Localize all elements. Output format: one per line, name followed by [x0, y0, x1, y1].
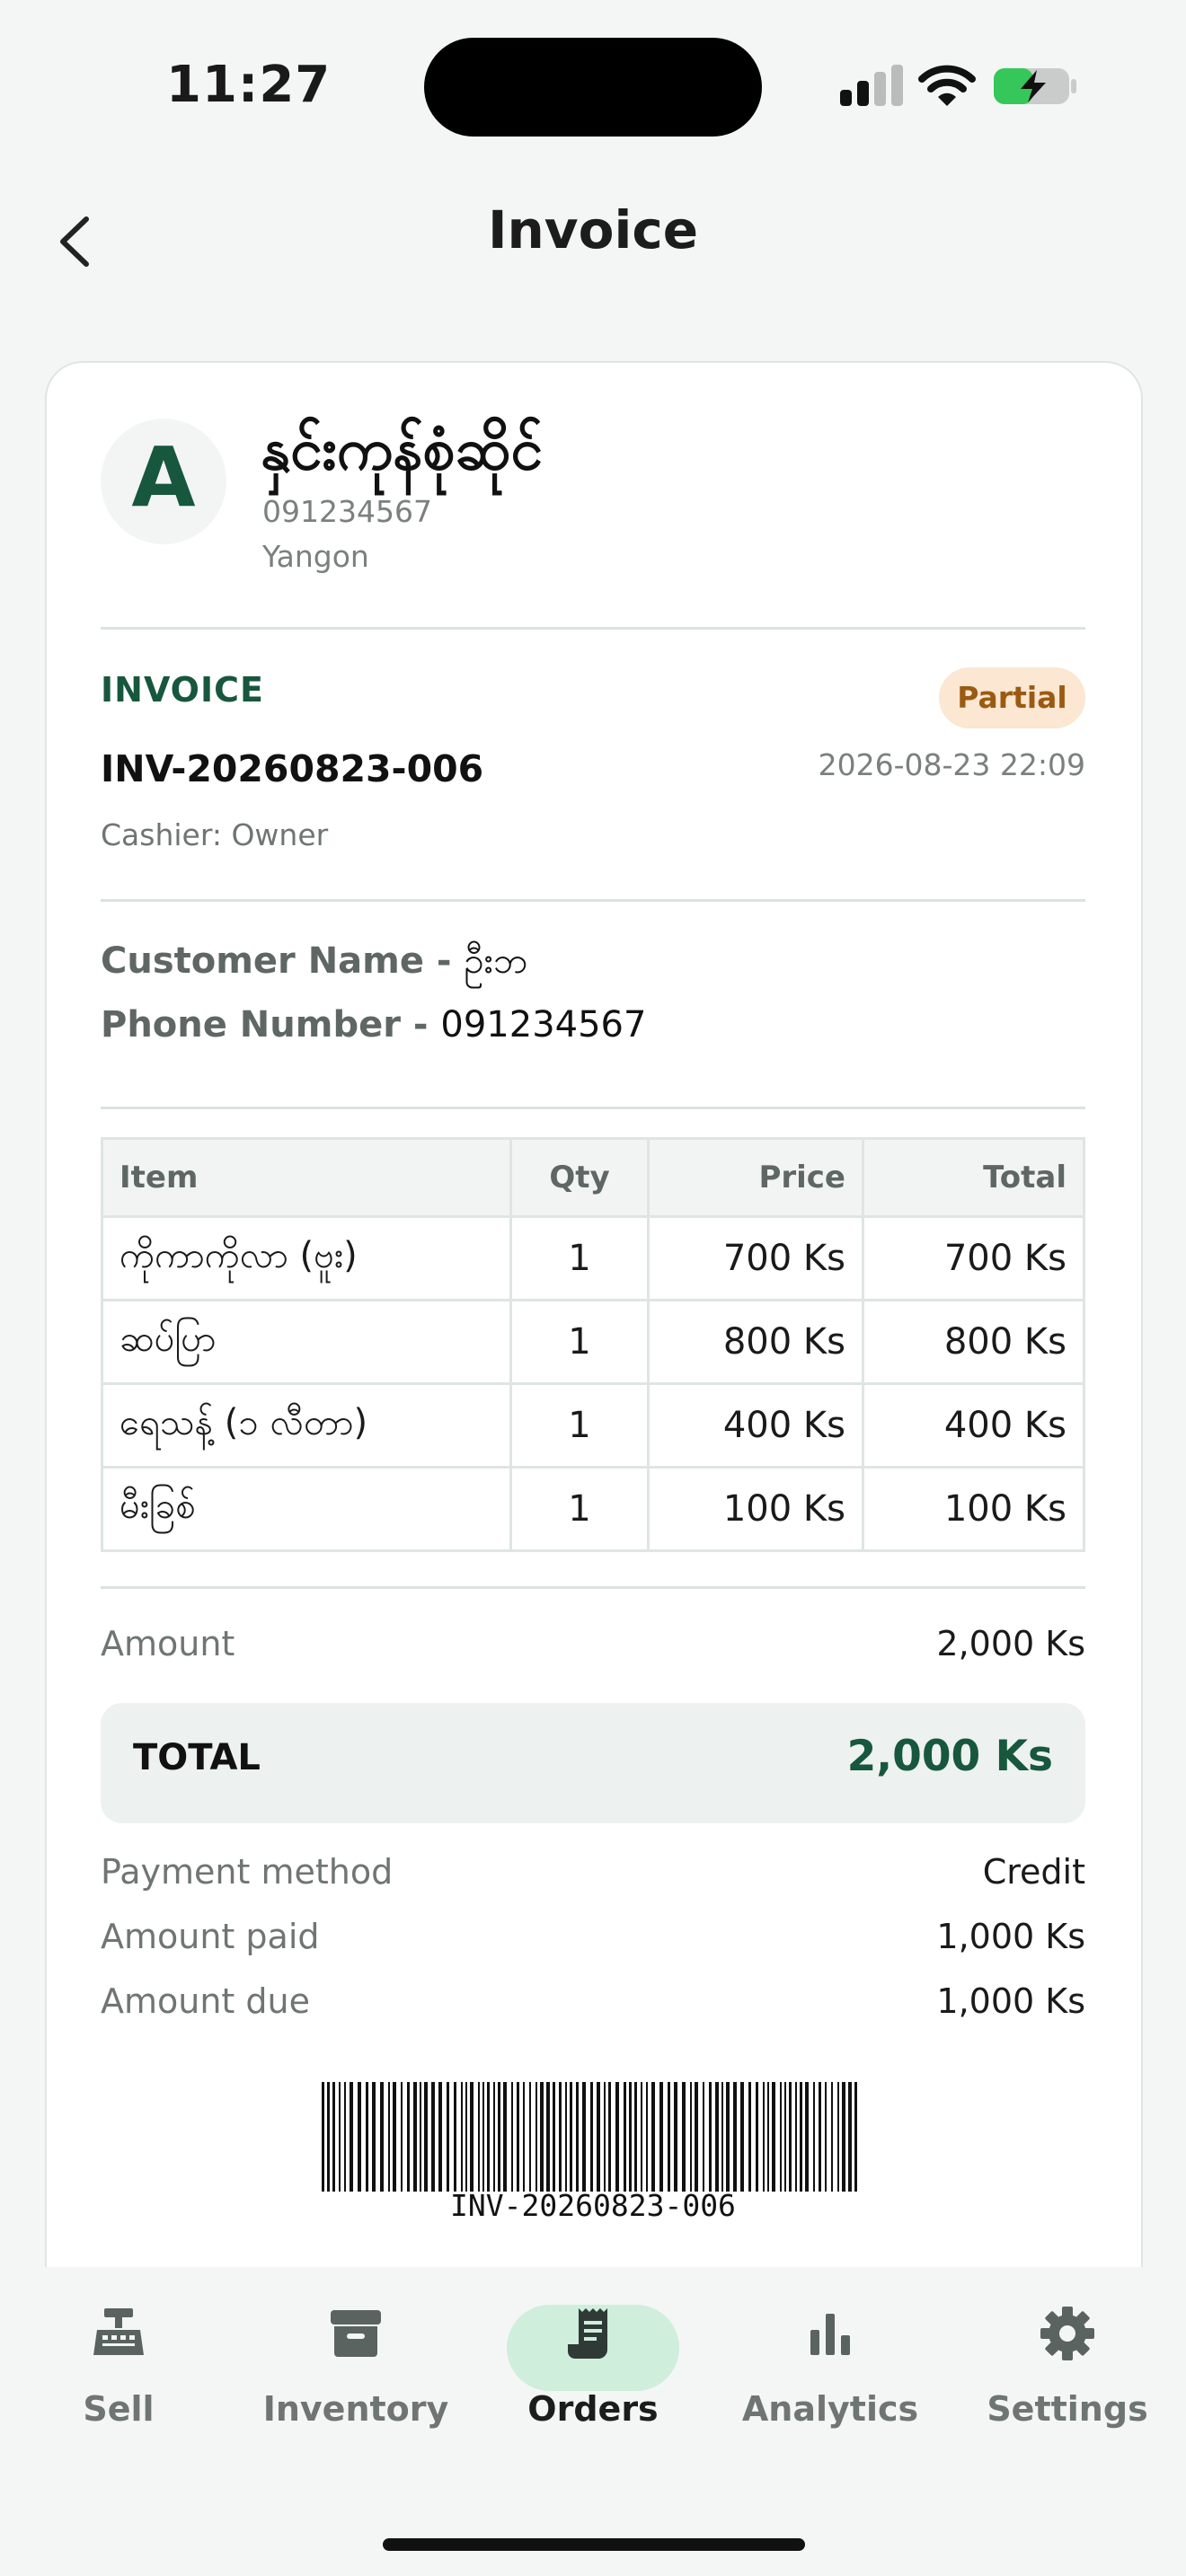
- cell-item: ရေသန့် (၁ လီတာ): [101, 1382, 512, 1469]
- shop-phone: 091234567: [262, 494, 432, 529]
- customer-phone-row: Phone Number - 091234567: [101, 1004, 646, 1045]
- amount-label: Amount: [101, 1624, 235, 1663]
- cell-item: ဆပ်ပြာ: [101, 1299, 512, 1385]
- tab-sell[interactable]: Sell: [11, 2305, 226, 2429]
- cell-price: 800 Ks: [647, 1299, 864, 1385]
- cellular-signal-icon: [840, 65, 903, 106]
- barcode: [322, 2082, 857, 2192]
- cell-price: 400 Ks: [647, 1382, 864, 1469]
- customer-phone: 091234567: [440, 1004, 647, 1045]
- payment-method-label: Payment method: [101, 1852, 394, 1892]
- amount-paid-value: 1,000 Ks: [936, 1917, 1085, 1956]
- table-row: ကိုကာကိုလာ (ဗူး) 1 700 Ks 700 Ks: [101, 1215, 1085, 1301]
- cell-price: 100 Ks: [647, 1466, 864, 1552]
- tab-settings[interactable]: Settings: [960, 2305, 1175, 2429]
- tab-inventory[interactable]: Inventory: [248, 2305, 464, 2429]
- table-row: မီးခြစ် 1 100 Ks 100 Ks: [101, 1466, 1085, 1552]
- invoice-date: 2026-08-23 22:09: [818, 747, 1085, 782]
- cashier: Cashier: Owner: [101, 817, 329, 852]
- tab-label: Orders: [527, 2389, 659, 2429]
- amount-due-value: 1,000 Ks: [936, 1981, 1085, 2021]
- wifi-icon: [918, 65, 976, 106]
- header-total: Total: [862, 1137, 1085, 1218]
- bar-chart-icon: [810, 2314, 850, 2355]
- divider: [101, 899, 1085, 902]
- shop-logo-letter: A: [131, 429, 196, 525]
- table-row: ဆပ်ပြာ 1 800 Ks 800 Ks: [101, 1299, 1085, 1385]
- cash-register-icon: [93, 2308, 144, 2355]
- cell-item: မီးခြစ်: [101, 1466, 512, 1552]
- cell-qty: 1: [509, 1299, 650, 1385]
- shop-city: Yangon: [262, 539, 369, 574]
- cell-item: ကိုကာကိုလာ (ဗူး): [101, 1215, 512, 1301]
- header-item: Item: [101, 1137, 512, 1218]
- cell-total: 100 Ks: [862, 1466, 1085, 1552]
- header-price: Price: [647, 1137, 864, 1218]
- payment-method-value: Credit: [982, 1852, 1085, 1892]
- amount-paid-label: Amount paid: [101, 1917, 320, 1956]
- invoice-label: INVOICE: [101, 670, 264, 710]
- shop-name: နှင်းကုန်စုံဆိုင်: [261, 417, 543, 483]
- battery-charging-icon: [994, 68, 1076, 104]
- gear-icon: [1040, 2307, 1094, 2360]
- receipt-icon: [568, 2308, 607, 2359]
- cell-total: 700 Ks: [862, 1215, 1085, 1301]
- divider: [101, 1107, 1085, 1109]
- amount-due-label: Amount due: [101, 1981, 310, 2021]
- tab-label: Analytics: [741, 2389, 919, 2429]
- amount-value: 2,000 Ks: [936, 1624, 1085, 1663]
- customer-name: ဦးဘ: [464, 940, 528, 982]
- tab-label: Settings: [987, 2389, 1148, 2429]
- divider: [101, 627, 1085, 630]
- table-row: ရေသန့် (၁ လီတာ) 1 400 Ks 400 Ks: [101, 1382, 1085, 1469]
- customer-name-row: Customer Name - ဦးဘ: [101, 938, 527, 991]
- cell-price: 700 Ks: [647, 1215, 864, 1301]
- tab-analytics[interactable]: Analytics: [722, 2305, 938, 2429]
- customer-name-label: Customer Name -: [101, 940, 465, 982]
- home-indicator: [383, 2538, 805, 2551]
- status-time: 11:27: [166, 56, 332, 114]
- total-label: TOTAL: [133, 1737, 261, 1778]
- items-table: Item Qty Price Total ကိုကာကိုလာ (ဗူး) 1 …: [101, 1137, 1085, 1552]
- tab-label: Inventory: [262, 2389, 449, 2429]
- cell-total: 400 Ks: [862, 1382, 1085, 1469]
- tab-orders[interactable]: Orders: [485, 2305, 701, 2429]
- divider: [101, 1586, 1085, 1589]
- customer-phone-label: Phone Number -: [101, 1004, 441, 1045]
- dynamic-island: [424, 38, 762, 137]
- cell-qty: 1: [509, 1215, 650, 1301]
- tab-label: Sell: [83, 2389, 155, 2429]
- table-header-row: Item Qty Price Total: [101, 1137, 1085, 1218]
- page-title: Invoice: [487, 199, 699, 260]
- cell-total: 800 Ks: [862, 1299, 1085, 1385]
- total-value: 2,000 Ks: [846, 1732, 1053, 1781]
- archive-box-icon: [331, 2310, 381, 2357]
- cell-qty: 1: [509, 1466, 650, 1552]
- header-qty: Qty: [509, 1137, 650, 1218]
- invoice-number: INV-20260823-006: [101, 747, 484, 790]
- barcode-text: INV-20260823-006: [450, 2188, 736, 2223]
- status-badge: Partial: [939, 667, 1085, 728]
- cell-qty: 1: [509, 1382, 650, 1469]
